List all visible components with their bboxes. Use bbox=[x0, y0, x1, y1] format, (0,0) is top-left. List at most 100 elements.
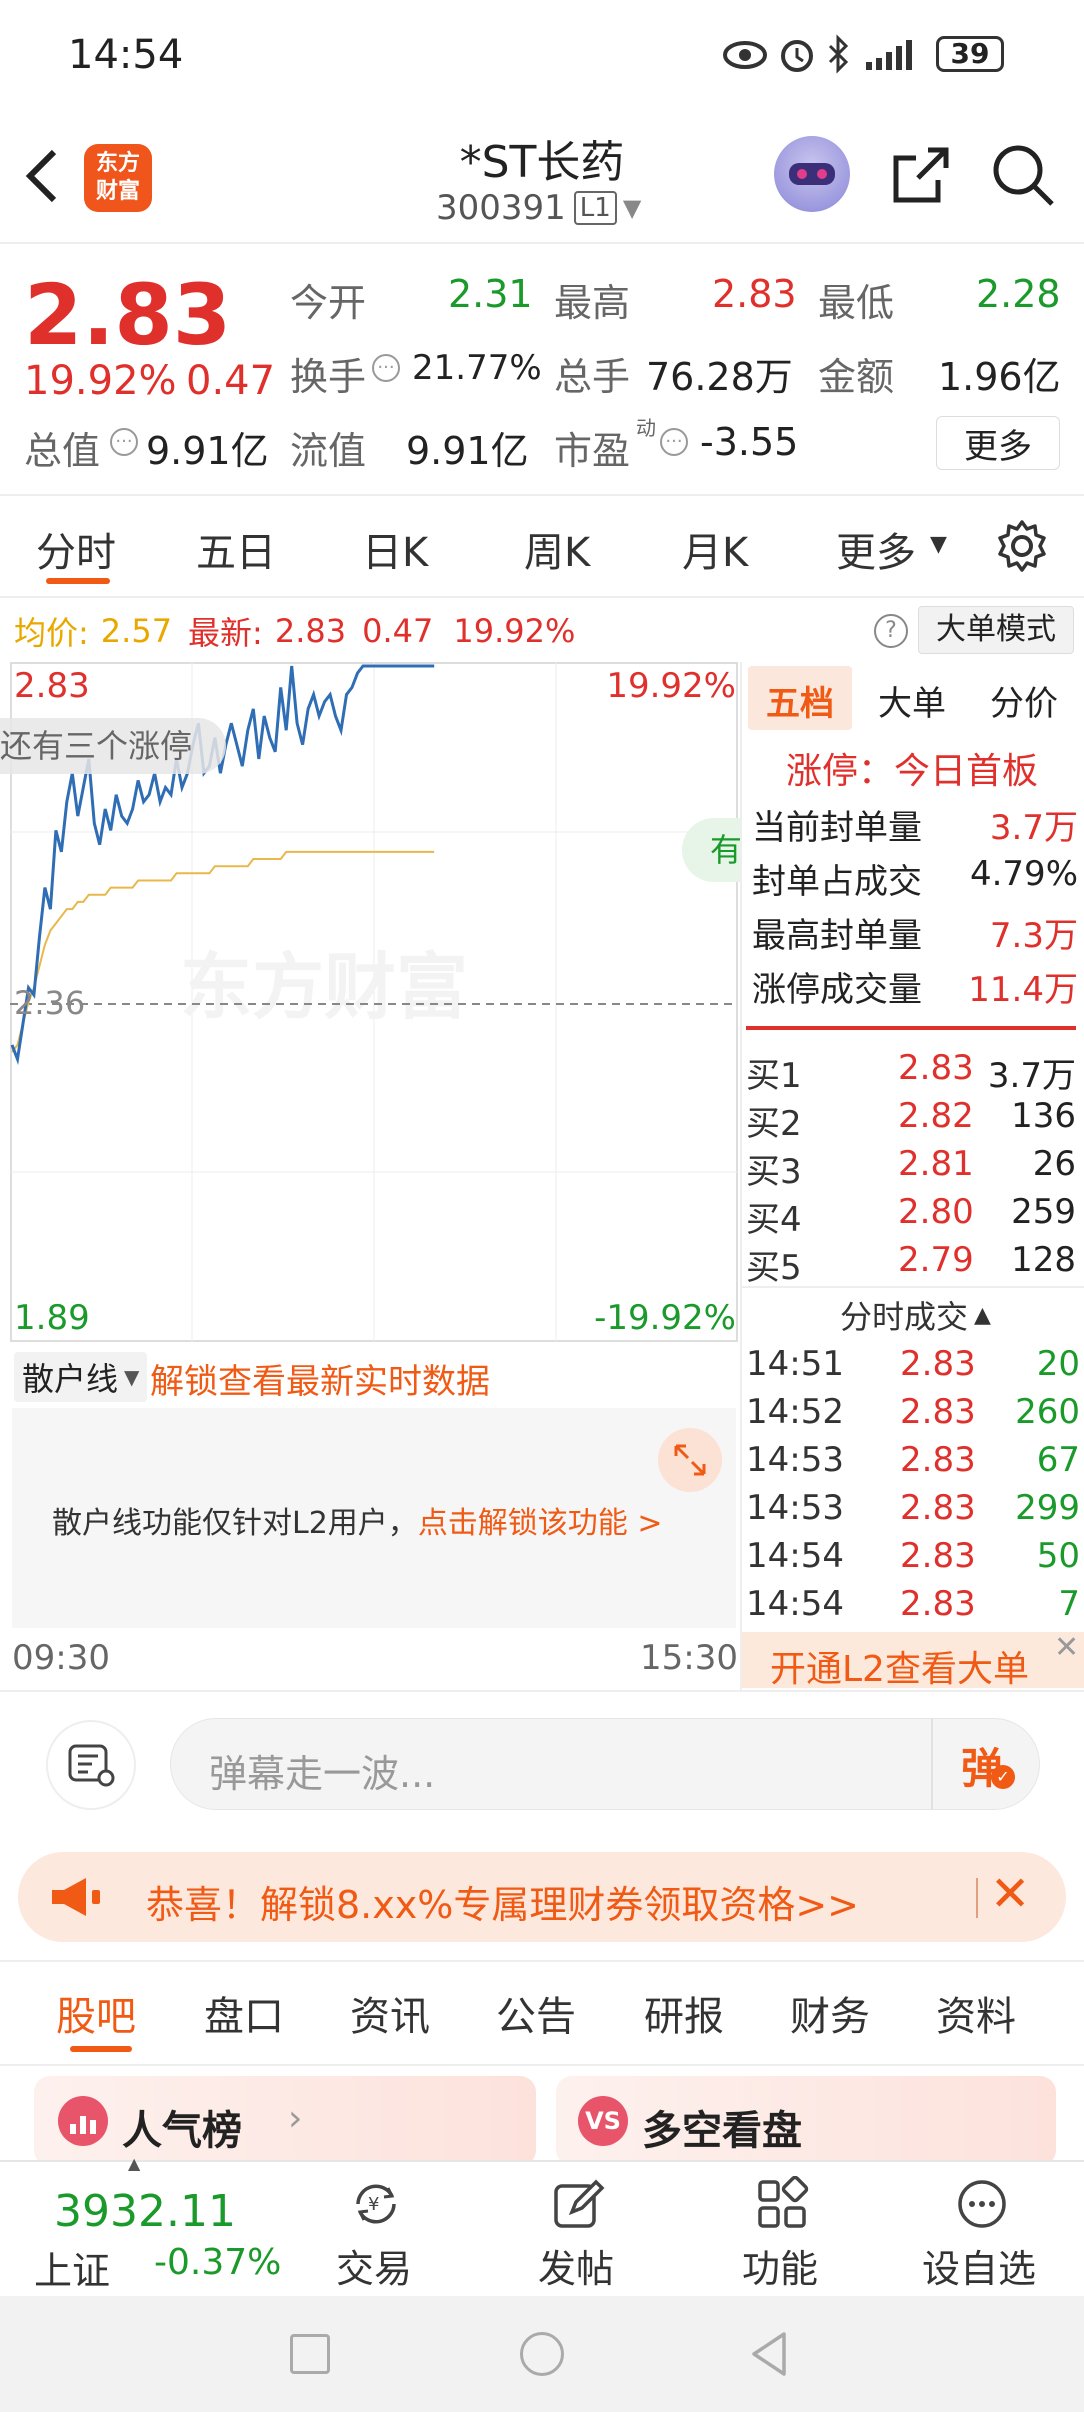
tick-time: 14:53 bbox=[746, 1440, 844, 1480]
card-long-short[interactable]: VS 多空看盘 bbox=[556, 2076, 1056, 2166]
sanhu-note-link[interactable]: 点击解锁该功能 > bbox=[418, 1498, 663, 1542]
tick-volume: 20 bbox=[1036, 1344, 1080, 1384]
section-tab[interactable]: 资讯 bbox=[350, 1984, 430, 2042]
tick-time: 14:51 bbox=[746, 1344, 844, 1384]
bid-volume: 259 bbox=[1011, 1192, 1076, 1232]
info-icon[interactable]: ··· bbox=[372, 354, 400, 382]
stat-label: 涨停成交量 bbox=[752, 970, 922, 1010]
ticks-header[interactable]: 分时成交 ▲ bbox=[840, 1292, 991, 1338]
bid-row[interactable]: 买3 2.81 26 bbox=[746, 1144, 1076, 1192]
bid-row[interactable]: 买2 2.82 136 bbox=[746, 1096, 1076, 1144]
l2-banner[interactable]: 开通L2查看大单 ✕ bbox=[742, 1630, 1084, 1690]
section-tab[interactable]: 财务 bbox=[790, 1984, 870, 2042]
danmaku-input[interactable]: 弹幕走一波... 弹 ✓ bbox=[170, 1718, 1040, 1810]
nav-label: 功能 bbox=[742, 2247, 819, 2291]
nav-trade[interactable]: ¥ 交易 bbox=[310, 2172, 440, 2292]
tab-monthly-k[interactable]: 月K bbox=[682, 520, 748, 578]
section-tab[interactable]: 股吧 bbox=[56, 1984, 136, 2042]
share-icon[interactable] bbox=[888, 144, 952, 208]
volume-label: 总手 bbox=[554, 355, 631, 399]
status-bar: 14:54 39 bbox=[0, 0, 1084, 110]
stock-code-row[interactable]: 300391 L1 ▼ bbox=[436, 188, 641, 228]
side-tab-price-dist[interactable]: 分价 bbox=[990, 676, 1058, 725]
bid-row[interactable]: 买5 2.79 128 bbox=[746, 1240, 1076, 1288]
section-tab[interactable]: 公告 bbox=[496, 1984, 576, 2042]
unlock-link[interactable]: 解锁查看最新实时数据 bbox=[150, 1354, 490, 1403]
card-title: 多空看盘 bbox=[642, 2108, 802, 2154]
bid-label: 买2 bbox=[746, 1104, 802, 1144]
trade-icon: ¥ bbox=[356, 2184, 396, 2224]
nav-watchlist[interactable]: 设自选 bbox=[908, 2172, 1058, 2292]
nav-post[interactable]: 发帖 bbox=[512, 2172, 642, 2292]
tick-row: 14:54 2.83 50 bbox=[746, 1536, 1080, 1584]
amount-value: 1.96亿 bbox=[938, 355, 1061, 399]
index-change[interactable]: -0.37% bbox=[154, 2242, 281, 2283]
danmaku-divider bbox=[931, 1719, 933, 1809]
bid-row[interactable]: 买1 2.83 3.7万 bbox=[746, 1048, 1076, 1096]
limit-up-badge[interactable]: 还有三个涨停 bbox=[0, 718, 226, 774]
recent-apps-icon[interactable] bbox=[290, 2334, 330, 2374]
bar-chart-icon bbox=[58, 2096, 108, 2146]
big-order-mode-button[interactable]: 大单模式 bbox=[918, 606, 1074, 654]
level-badge: L1 bbox=[573, 191, 617, 225]
bid-row[interactable]: 买4 2.80 259 bbox=[746, 1192, 1076, 1240]
l2-banner-text: 开通L2查看大单 bbox=[770, 1649, 1029, 1690]
side-tab-five-level[interactable]: 五档 bbox=[766, 676, 834, 725]
triangle-up-icon: ▲ bbox=[128, 2154, 141, 2173]
latest-pct: 19.92% bbox=[453, 612, 576, 650]
close-icon[interactable]: ✕ bbox=[1054, 1630, 1079, 1665]
promo-banner[interactable]: 恭喜！解锁8.xx%专属理财券领取资格>> ✕ bbox=[18, 1852, 1066, 1942]
divider bbox=[0, 2064, 1084, 2066]
tab-more[interactable]: 更多 bbox=[836, 520, 916, 578]
expand-icon[interactable] bbox=[658, 1428, 722, 1492]
card-popularity[interactable]: 人气榜 › bbox=[34, 2076, 536, 2166]
search-icon[interactable] bbox=[990, 142, 1056, 208]
tick-row: 14:52 2.83 260 bbox=[746, 1392, 1080, 1440]
latest-value: 2.83 bbox=[274, 612, 347, 650]
pct-bottom-label: -19.92% bbox=[594, 1298, 736, 1338]
stat-label: 当前封单量 bbox=[752, 808, 922, 848]
more-button[interactable]: 更多 bbox=[936, 416, 1060, 470]
tab-intraday[interactable]: 分时 bbox=[36, 520, 116, 578]
close-icon[interactable]: ✕ bbox=[990, 1866, 1030, 1922]
chevron-right-icon: › bbox=[288, 2098, 303, 2139]
section-tab[interactable]: 盘口 bbox=[204, 1984, 284, 2042]
info-icon[interactable]: ··· bbox=[110, 428, 138, 456]
back-nav-icon[interactable] bbox=[748, 2330, 792, 2378]
megaphone-icon bbox=[52, 1878, 100, 1916]
section-tab[interactable]: 资料 bbox=[936, 1984, 1016, 2042]
turnover-label: 换手 bbox=[290, 355, 367, 399]
side-badge[interactable]: 有 bbox=[682, 818, 742, 882]
sanhu-dropdown[interactable]: 散户线 ▼ bbox=[14, 1352, 148, 1402]
tab-5day[interactable]: 五日 bbox=[196, 520, 276, 578]
tick-price: 2.83 bbox=[900, 1584, 976, 1624]
robot-assistant-icon[interactable] bbox=[774, 136, 850, 212]
home-icon[interactable] bbox=[520, 2332, 564, 2376]
index-name[interactable]: 上证 bbox=[34, 2240, 110, 2295]
limit-stat-row: 最高封单量 7.3万 bbox=[752, 908, 1082, 956]
intraday-chart[interactable]: 东方财富 2.83 19.92% 2.36 1.89 -19.92% 还有三个涨… bbox=[0, 662, 742, 1342]
danmaku-settings-icon[interactable] bbox=[46, 1720, 136, 1810]
y-top-label: 2.83 bbox=[14, 666, 90, 706]
sanhu-panel: 散户线功能仅针对L2用户， 点击解锁该功能 > bbox=[12, 1408, 736, 1628]
amount-label: 金额 bbox=[818, 355, 895, 399]
info-icon[interactable]: ··· bbox=[660, 428, 688, 456]
pe-superscript: 动 bbox=[636, 416, 656, 440]
triangle-up-icon: ▲ bbox=[974, 1302, 991, 1328]
header: 东方 财富 *ST长药 300391 L1 ▼ bbox=[0, 110, 1084, 240]
bid-label: 买1 bbox=[746, 1056, 802, 1096]
section-tab[interactable]: 研报 bbox=[644, 1984, 724, 2042]
tab-daily-k[interactable]: 日K bbox=[362, 520, 428, 578]
nav-functions[interactable]: 功能 bbox=[716, 2172, 846, 2292]
svg-text:¥: ¥ bbox=[368, 2194, 379, 2215]
tab-weekly-k[interactable]: 周K bbox=[524, 520, 590, 578]
help-icon[interactable]: ? bbox=[874, 614, 908, 648]
side-tab-big-order[interactable]: 大单 bbox=[878, 676, 946, 725]
tick-time: 14:54 bbox=[746, 1584, 844, 1624]
bid-volume: 136 bbox=[1011, 1096, 1076, 1136]
limit-stat-row: 封单占成交 4.79% bbox=[752, 854, 1082, 902]
index-value[interactable]: 3932.11 bbox=[54, 2186, 236, 2237]
turnover-value: 21.77% bbox=[412, 348, 542, 388]
gear-icon[interactable] bbox=[994, 518, 1050, 574]
bottom-nav: ▲ 3932.11 上证 -0.37% ¥ 交易 发帖 功能 设自选 bbox=[0, 2154, 1084, 2296]
